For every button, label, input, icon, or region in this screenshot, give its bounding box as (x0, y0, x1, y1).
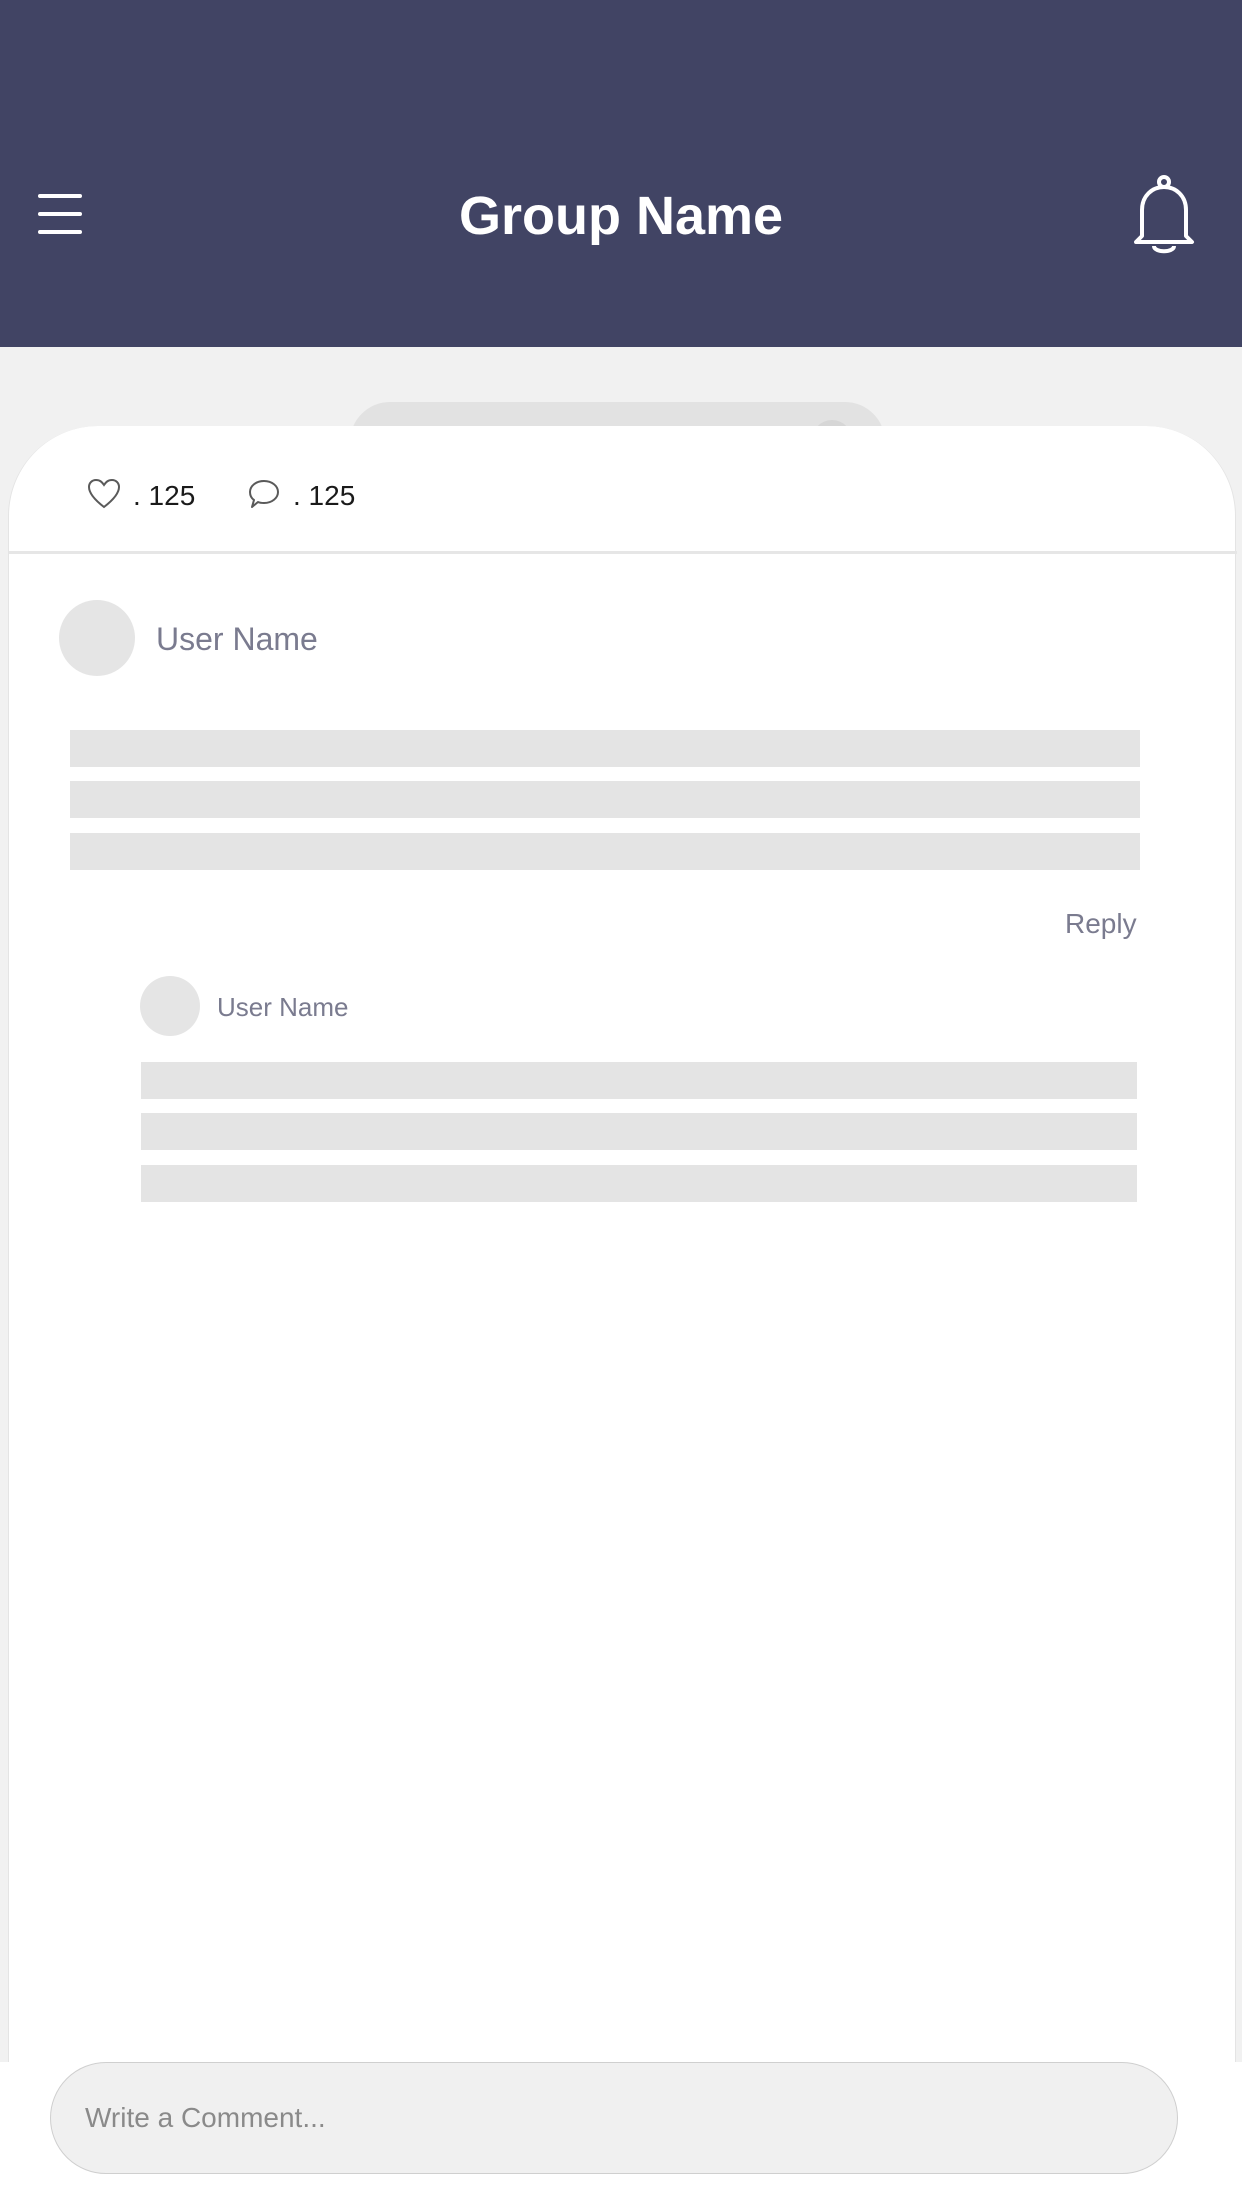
like-count: . 125 (133, 480, 196, 511)
reply-text-line (141, 1165, 1137, 1202)
page-title: Group Name (458, 186, 784, 246)
reply-user-name[interactable]: User Name (217, 992, 348, 1022)
comment-text-line (70, 833, 1140, 870)
comments-sheet: . 125 . 125 User Name Reply User Name (8, 426, 1237, 2208)
reply-text-line (141, 1113, 1137, 1150)
avatar[interactable] (59, 600, 135, 676)
comment-user-name[interactable]: User Name (156, 619, 318, 659)
reply-avatar[interactable] (140, 976, 200, 1036)
speech-bubble-icon (247, 478, 281, 515)
comment-composer (0, 2062, 1242, 2208)
app-header: Group Name (0, 0, 1242, 347)
comment-text-line (70, 730, 1140, 767)
heart-icon (87, 478, 121, 515)
bell-icon[interactable] (1128, 174, 1200, 258)
comment-text-line (70, 781, 1140, 818)
post-stats-bar: . 125 . 125 (9, 426, 1237, 554)
comment-input[interactable] (50, 2062, 1178, 2174)
reply-text-line (141, 1062, 1137, 1099)
comment-stat[interactable]: . 125 (247, 476, 355, 516)
app-screen: Group Name . 125 . 125 User Name Reply U… (0, 0, 1242, 2208)
reply-button[interactable]: Reply (1065, 904, 1137, 944)
like-stat[interactable]: . 125 (87, 476, 195, 516)
comment-count: . 125 (293, 480, 356, 511)
